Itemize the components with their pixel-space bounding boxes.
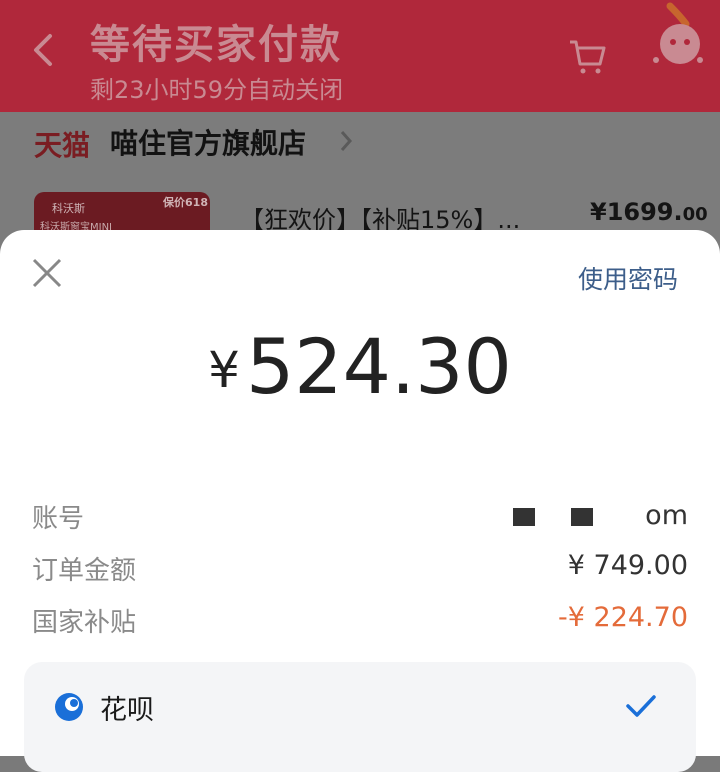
account-value: om: [495, 500, 688, 531]
thumb-tag: 保价618: [163, 196, 208, 209]
redaction-block: [513, 507, 536, 526]
subsidy-label: 国家补贴: [32, 608, 137, 638]
cart-icon[interactable]: [568, 36, 608, 76]
payment-method-label: 花呗: [100, 695, 154, 726]
price-main: ¥1699.: [590, 198, 683, 226]
thumb-brand: 科沃斯: [52, 202, 85, 215]
store-name[interactable]: 喵住官方旗舰店: [110, 122, 306, 162]
account-label: 账号: [32, 504, 85, 534]
page-title: 等待买家付款: [90, 22, 342, 68]
currency-symbol: ¥: [208, 341, 240, 399]
amount-value: 524.30: [245, 322, 512, 411]
back-icon[interactable]: [28, 30, 58, 70]
close-icon[interactable]: [30, 256, 64, 290]
chevron-right-icon: [340, 131, 353, 151]
price-cents: 00: [682, 204, 708, 225]
payment-amount: ¥524.30: [0, 322, 720, 411]
more-icon[interactable]: [648, 2, 708, 72]
check-icon: [626, 695, 656, 717]
product-price: ¥1699.00: [590, 198, 708, 226]
payment-sheet: 使用密码 ¥524.30 账号 om 订单金额 ¥ 749.00 国家补贴 -¥…: [0, 230, 720, 772]
redaction-block: [571, 507, 594, 526]
use-password-link[interactable]: 使用密码: [578, 260, 678, 296]
account-suffix: om: [645, 500, 688, 531]
order-amount-label: 订单金额: [32, 556, 137, 586]
huabei-icon: [55, 693, 83, 721]
order-amount-value: ¥ 749.00: [567, 550, 688, 581]
subsidy-value: -¥ 224.70: [558, 602, 688, 633]
countdown-text: 剩23小时59分自动关闭: [90, 76, 344, 104]
order-header: 等待买家付款 剩23小时59分自动关闭: [0, 0, 720, 112]
tmall-logo: 天猫: [34, 129, 91, 162]
